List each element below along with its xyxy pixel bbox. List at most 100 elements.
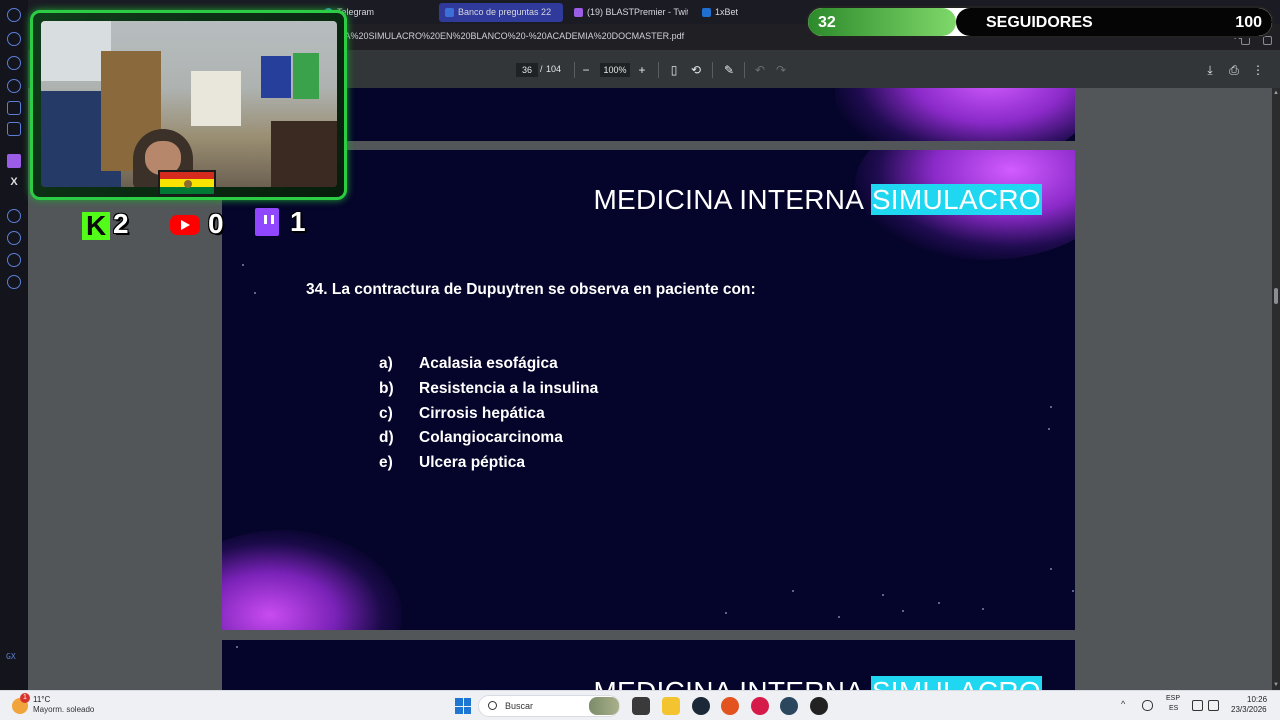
redo-icon[interactable]: ↷ — [773, 62, 789, 78]
slide-title-highlight: SIMULACRO — [870, 676, 1042, 690]
language-bottom[interactable]: ES — [1169, 705, 1178, 712]
pdf-page-next: MEDICINA INTERNA SIMULACRO — [222, 640, 1075, 690]
language-top[interactable]: ESP — [1166, 695, 1180, 702]
player-icon[interactable] — [7, 209, 21, 223]
weather-temp[interactable]: 11°C — [33, 695, 50, 704]
steam-alt-icon[interactable] — [780, 697, 798, 715]
history-icon[interactable] — [7, 231, 21, 245]
file-explorer-icon[interactable] — [662, 697, 680, 715]
download-icon[interactable]: ⤓ — [1202, 62, 1218, 78]
sync-icon[interactable] — [7, 32, 21, 46]
extensions-icon[interactable] — [7, 79, 21, 93]
slide-title: MEDICINA INTERNA SIMULACRO — [593, 184, 1042, 216]
tab-1xbet[interactable]: 1xBet — [696, 3, 766, 22]
bookmarks-icon[interactable] — [7, 253, 21, 267]
decorative-blob — [222, 530, 402, 630]
app-icon[interactable] — [810, 697, 828, 715]
option-text: Resistencia a la insulina — [419, 379, 599, 397]
chevron-up-icon[interactable]: ^ — [1121, 699, 1125, 709]
divider — [658, 62, 659, 78]
twitch-icon — [574, 8, 583, 17]
divider — [744, 62, 745, 78]
weather-desc[interactable]: Mayorm. soleado — [33, 705, 94, 714]
undo-icon[interactable]: ↶ — [752, 62, 768, 78]
windows-start-icon[interactable] — [455, 698, 471, 714]
twitch-sidebar-icon[interactable] — [7, 154, 21, 168]
tab-label: 1xBet — [715, 7, 739, 17]
menu-icon[interactable] — [1263, 36, 1272, 45]
scroll-thumb[interactable] — [1274, 288, 1278, 304]
page-icon — [445, 8, 454, 17]
more-vert-icon[interactable]: ⋮ — [1250, 62, 1266, 78]
screen: X GX Telegram Banco de preguntas 22 (19)… — [0, 0, 1280, 720]
gx-icon[interactable]: GX — [6, 652, 16, 661]
clock-date[interactable]: 23/3/2026 — [1231, 705, 1267, 714]
browser-sidebar: X GX — [0, 0, 28, 690]
option-text: Cirrosis hepática — [419, 404, 545, 422]
opera-logo-icon[interactable] — [7, 8, 21, 22]
tab-label: Banco de preguntas 22 — [458, 7, 552, 17]
steam-icon[interactable] — [692, 697, 710, 715]
option-letter: e) — [379, 454, 393, 472]
mail-icon[interactable] — [7, 122, 21, 136]
scroll-down-icon[interactable]: ▼ — [1273, 682, 1279, 688]
clock-time[interactable]: 10:26 — [1247, 695, 1267, 704]
weather-badge: 1 — [20, 693, 30, 703]
question-text: 34. La contractura de Dupuytren se obser… — [306, 281, 756, 298]
pdf-page-current: MEDICINA INTERNA SIMULACRO 34. La contra… — [222, 150, 1075, 630]
kick-icon — [82, 210, 110, 242]
taskbar: 1 11°C Mayorm. soleado Buscar ^ ESP ES 1… — [0, 690, 1280, 720]
network-icon[interactable] — [1192, 700, 1203, 711]
search-icon — [488, 701, 497, 710]
followers-current: 32 — [818, 14, 836, 31]
tab-blastpremier[interactable]: (19) BLASTPremier - Twitch — [568, 3, 688, 22]
settings-icon[interactable] — [7, 275, 21, 289]
messenger-icon[interactable] — [7, 56, 21, 70]
fit-page-icon[interactable]: ▯ — [666, 62, 682, 78]
youtube-icon — [170, 215, 200, 235]
task-view-icon[interactable] — [632, 697, 650, 715]
slide-title: MEDICINA INTERNA SIMULACRO — [593, 676, 1042, 690]
search-highlight-image — [589, 697, 619, 715]
divider — [712, 62, 713, 78]
option-letter: c) — [379, 404, 393, 422]
1xbet-icon — [702, 8, 711, 17]
brave-icon[interactable] — [721, 697, 739, 715]
option-text: Acalasia esofágica — [419, 355, 558, 372]
gallery-icon[interactable] — [7, 101, 21, 115]
followers-label: SEGUIDORES — [986, 14, 1093, 31]
tab-label: (19) BLASTPremier - Twitch — [587, 7, 688, 17]
followers-goal: 100 — [1235, 14, 1262, 31]
scroll-up-icon[interactable]: ▲ — [1273, 90, 1279, 96]
option-text: Ulcera péptica — [419, 454, 525, 472]
page-number-input[interactable]: 36 — [516, 63, 538, 77]
search-placeholder: Buscar — [505, 701, 534, 711]
option-letter: a) — [379, 355, 393, 372]
tab-banco-de-preguntas[interactable]: Banco de preguntas 22 — [439, 3, 563, 22]
bolivia-flag-icon — [158, 170, 216, 196]
microphone-icon[interactable] — [1142, 700, 1153, 711]
twitch-count: 1 — [290, 206, 306, 237]
vertical-scrollbar[interactable]: ▲ ▼ — [1272, 88, 1280, 690]
rotate-icon[interactable]: ⟲ — [688, 62, 704, 78]
print-icon[interactable]: ⎙ — [1226, 62, 1242, 78]
option-letter: b) — [379, 379, 394, 397]
pdf-page-previous — [222, 88, 1075, 141]
decorative-blob — [835, 88, 1075, 141]
divider — [574, 62, 575, 78]
x-sidebar-icon[interactable]: X — [7, 175, 21, 189]
volume-icon[interactable] — [1208, 700, 1219, 711]
opera-gx-icon[interactable] — [751, 697, 769, 715]
minus-icon[interactable]: − — [578, 62, 594, 78]
youtube-count: 0 — [208, 208, 224, 239]
zoom-input[interactable]: 100% — [600, 63, 630, 77]
kick-count: 2 — [113, 208, 129, 239]
plus-icon[interactable]: + — [634, 62, 650, 78]
page-total: 104 — [546, 64, 562, 74]
annotate-icon[interactable]: ✎ — [721, 62, 737, 78]
taskbar-search[interactable]: Buscar — [478, 695, 620, 717]
url-field[interactable]: RA%20SIMULACRO%20EN%20BLANCO%20-%20ACADE… — [338, 31, 684, 41]
webcam-feed — [41, 21, 337, 187]
option-letter: d) — [379, 429, 394, 447]
twitch-icon — [255, 208, 279, 236]
